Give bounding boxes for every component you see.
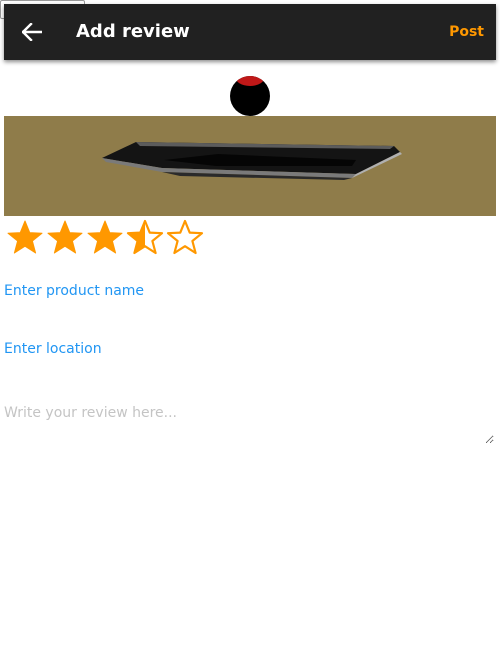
page-title: Add review: [76, 21, 190, 42]
location-field[interactable]: Enter location: [4, 340, 102, 358]
app-bar: Add review Post: [4, 4, 496, 60]
review-textarea[interactable]: [4, 404, 494, 444]
star-full-icon[interactable]: [45, 219, 85, 255]
avatar-accent: [235, 76, 265, 86]
add-review-screen: Add review Post Enter product name Enter…: [0, 0, 500, 647]
star-full-icon[interactable]: [5, 219, 45, 255]
star-full-icon[interactable]: [85, 219, 125, 255]
star-empty-icon[interactable]: [165, 219, 205, 255]
star-rating[interactable]: [5, 219, 205, 255]
tray-illustration: [102, 142, 402, 180]
post-button[interactable]: Post: [449, 23, 484, 41]
product-image: [4, 116, 496, 216]
back-button[interactable]: [18, 18, 46, 46]
avatar[interactable]: [230, 76, 270, 116]
product-name-field[interactable]: Enter product name: [4, 282, 144, 300]
arrow-left-icon: [22, 23, 42, 41]
star-half-icon[interactable]: [125, 219, 165, 255]
